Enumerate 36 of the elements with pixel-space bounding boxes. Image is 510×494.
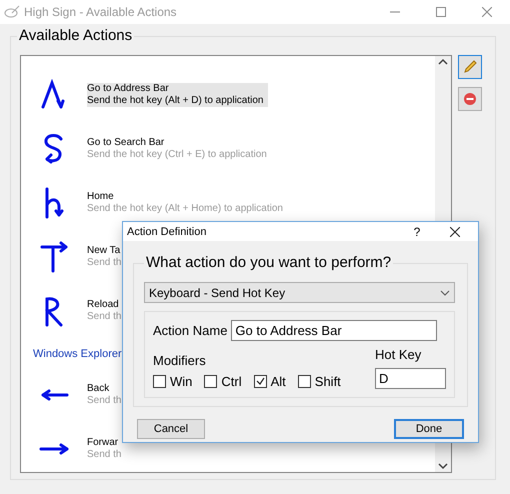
action-name-field[interactable]: Go to Address Bar bbox=[231, 320, 438, 341]
close-icon[interactable] bbox=[450, 226, 460, 236]
action-item[interactable]: New Ta Send th bbox=[87, 245, 122, 269]
pencil-icon bbox=[462, 59, 478, 75]
modifier-checkbox[interactable]: Alt bbox=[254, 374, 286, 389]
gesture-icon bbox=[39, 241, 69, 273]
hot-key-label: Hot Key bbox=[375, 347, 422, 362]
action-item[interactable]: Reload Send th bbox=[87, 299, 122, 323]
dialog-title: Action Definition bbox=[127, 226, 208, 238]
action-item[interactable]: Go to Address Bar Send the hot key (Alt + D) to application bbox=[87, 83, 268, 107]
edit-button[interactable] bbox=[458, 55, 482, 79]
modifiers-label: Modifiers bbox=[153, 353, 207, 368]
help-button[interactable]: ? bbox=[402, 224, 432, 238]
modifier-checkbox[interactable]: Win bbox=[153, 374, 192, 389]
window-title: High Sign - Available Actions bbox=[24, 5, 178, 19]
action-type-dropdown[interactable]: Keyboard - Send Hot Key bbox=[144, 282, 455, 303]
action-item[interactable]: Forwar Send th bbox=[87, 437, 122, 461]
action-item[interactable]: Back Send th bbox=[87, 383, 122, 407]
minus-circle-icon bbox=[463, 92, 477, 106]
scroll-down-icon[interactable] bbox=[438, 462, 448, 470]
chevron-down-icon bbox=[440, 290, 450, 296]
modifier-checkbox[interactable]: Ctrl bbox=[204, 374, 242, 389]
question-title: What action do you want to perform? bbox=[144, 254, 394, 271]
checkmark-icon bbox=[256, 377, 265, 386]
action-item[interactable]: Go to Search Bar Send the hot key (Ctrl + E) to application bbox=[87, 137, 267, 161]
category-header: Windows Explorer bbox=[33, 348, 122, 360]
action-item[interactable]: Home Send the hot key (Alt + Home) to application bbox=[87, 191, 283, 215]
delete-button[interactable] bbox=[458, 87, 482, 111]
action-name-label: Action Name bbox=[153, 323, 228, 338]
pen-icon bbox=[4, 5, 20, 19]
modifier-checkbox[interactable]: Shift bbox=[298, 374, 341, 389]
dialog-button[interactable]: Cancel bbox=[137, 419, 205, 439]
dialog-button[interactable]: Done bbox=[394, 419, 464, 439]
hot-key-field[interactable]: D bbox=[375, 368, 446, 389]
maximize-icon[interactable] bbox=[436, 7, 446, 17]
scroll-up-icon[interactable] bbox=[438, 58, 448, 66]
